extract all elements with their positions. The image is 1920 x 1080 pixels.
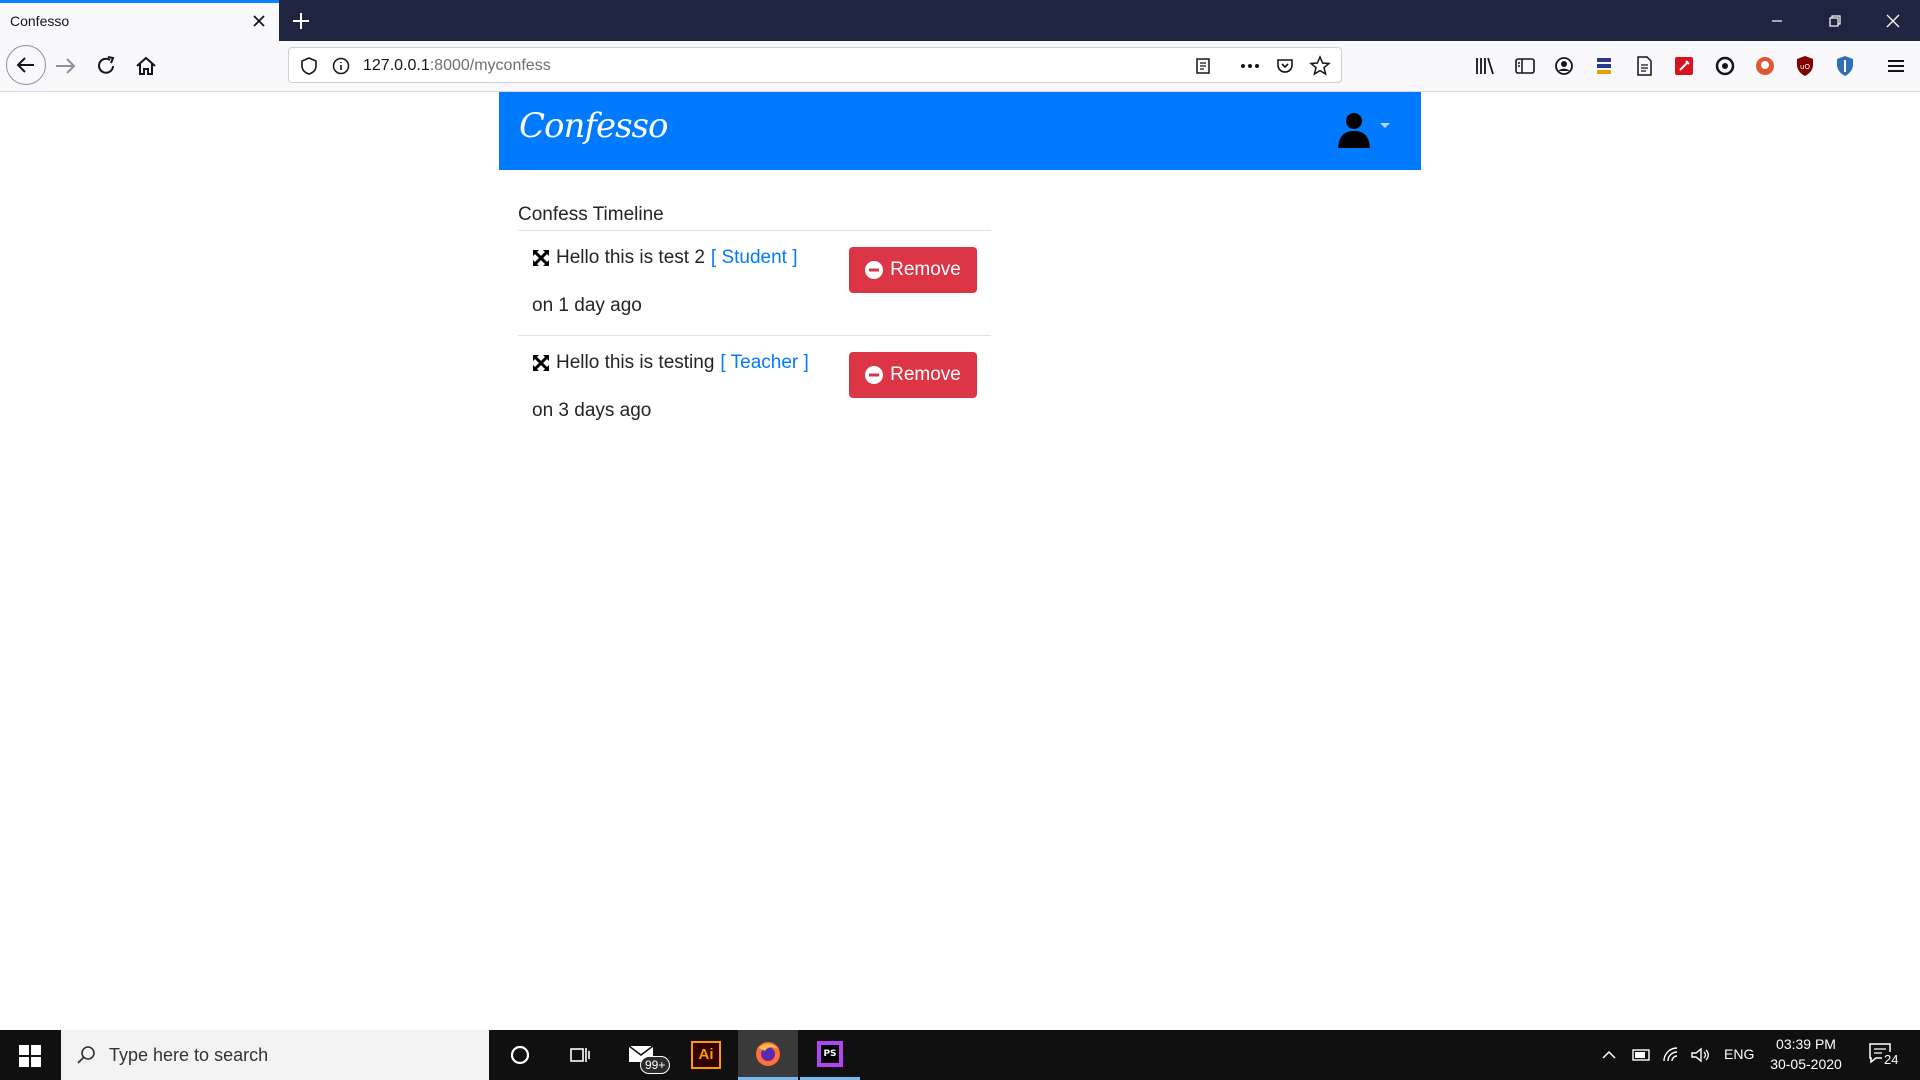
- account-icon[interactable]: [1552, 54, 1576, 78]
- extension-stack-icon[interactable]: [1592, 54, 1616, 78]
- confession-role-tag[interactable]: [ Student ]: [711, 247, 798, 269]
- sync-extension-icon[interactable]: [1713, 54, 1737, 78]
- search-icon: [77, 1046, 95, 1064]
- phpstorm-button[interactable]: PS: [800, 1030, 860, 1080]
- battery-icon[interactable]: [1630, 1046, 1652, 1064]
- url-path: :8000/myconfess: [429, 57, 551, 74]
- restore-icon[interactable]: [1822, 8, 1848, 34]
- chevron-down-icon[interactable]: [1379, 122, 1391, 130]
- reader-view-icon[interactable]: [1193, 56, 1213, 76]
- task-view-button[interactable]: [550, 1030, 610, 1080]
- menu-icon[interactable]: [1884, 54, 1908, 78]
- confession-item: Hello this is test 2 [ Student ] on 1 da…: [518, 231, 991, 336]
- site-info-icon[interactable]: [331, 56, 351, 76]
- minus-circle-icon: [865, 261, 884, 279]
- url-text: 127.0.0.1:8000/myconfess: [363, 57, 551, 75]
- search-placeholder: Type here to search: [109, 1045, 269, 1065]
- mail-app-button[interactable]: 99+: [614, 1030, 674, 1080]
- remove-button[interactable]: Remove: [849, 352, 977, 398]
- confession-time: on 1 day ago: [532, 295, 642, 316]
- url-host: 127.0.0.1: [363, 57, 430, 74]
- svg-text:PS: PS: [823, 1049, 836, 1059]
- language-indicator[interactable]: ENG: [1724, 1046, 1754, 1062]
- new-tab-icon[interactable]: [288, 8, 314, 34]
- wifi-icon[interactable]: [1661, 1045, 1681, 1065]
- remove-button[interactable]: Remove: [849, 247, 977, 293]
- illustrator-icon: Ai: [691, 1041, 721, 1069]
- close-tab-icon[interactable]: [248, 10, 270, 32]
- sidebar-icon[interactable]: [1513, 54, 1537, 78]
- expand-icon: [532, 249, 550, 267]
- firefox-icon: [756, 1041, 780, 1066]
- home-icon[interactable]: [132, 52, 160, 80]
- taskbar-search-box[interactable]: Type here to search: [61, 1030, 489, 1080]
- remove-label: Remove: [890, 364, 961, 385]
- address-bar[interactable]: 127.0.0.1:8000/myconfess: [288, 47, 1342, 83]
- timeline-title: Confess Timeline: [518, 204, 664, 225]
- mail-badge: 99+: [640, 1056, 671, 1074]
- site-header: Confesso: [499, 92, 1421, 170]
- confession-text: Hello this is testing: [556, 352, 715, 373]
- start-button[interactable]: [0, 1030, 60, 1080]
- clock-time: 03:39 PM: [1776, 1036, 1836, 1052]
- browser-tab[interactable]: Confesso: [0, 0, 279, 41]
- user-avatar-icon[interactable]: [1334, 108, 1374, 148]
- confession-item: Hello this is testing [ Teacher ] on 3 d…: [518, 336, 991, 440]
- tab-title: Confesso: [10, 13, 70, 29]
- back-arrow-icon: [16, 57, 34, 73]
- document-extension-icon[interactable]: [1632, 54, 1656, 78]
- privacy-badger-icon[interactable]: [1833, 54, 1857, 78]
- expand-icon: [532, 354, 550, 372]
- task-view-icon: [570, 1048, 590, 1062]
- duckduckgo-icon[interactable]: [1753, 54, 1777, 78]
- browser-tab-bar: Confesso: [0, 0, 1920, 41]
- cortana-icon: [510, 1045, 530, 1065]
- phpstorm-icon: PS: [817, 1040, 843, 1067]
- minimize-icon[interactable]: [1764, 8, 1790, 34]
- illustrator-button[interactable]: Ai: [676, 1030, 736, 1080]
- notification-count: 24: [1882, 1052, 1901, 1068]
- browser-toolbar: 127.0.0.1:8000/myconfess uO: [0, 41, 1920, 92]
- remove-label: Remove: [890, 259, 961, 280]
- ublock-icon[interactable]: uO: [1793, 54, 1817, 78]
- library-icon[interactable]: [1473, 54, 1497, 78]
- chevron-up-icon[interactable]: [1600, 1046, 1618, 1064]
- more-actions-icon[interactable]: [1239, 56, 1261, 76]
- windows-taskbar: Type here to search 99+ Ai PS ENG 03:39 …: [0, 1030, 1920, 1080]
- confession-role-tag[interactable]: [ Teacher ]: [720, 352, 808, 374]
- minus-circle-icon: [865, 366, 884, 384]
- forward-icon[interactable]: [52, 52, 80, 80]
- clock-date: 30-05-2020: [1770, 1056, 1842, 1072]
- site-logo[interactable]: Confesso: [519, 106, 668, 146]
- back-button[interactable]: [6, 45, 46, 85]
- bookmark-star-icon[interactable]: [1309, 55, 1331, 77]
- firefox-button[interactable]: [738, 1030, 798, 1080]
- close-window-icon[interactable]: [1880, 8, 1906, 34]
- svg-text:uO: uO: [1800, 63, 1810, 71]
- volume-icon[interactable]: [1689, 1045, 1711, 1065]
- reload-icon[interactable]: [92, 52, 120, 80]
- confession-time: on 3 days ago: [532, 400, 652, 421]
- windows-logo-icon: [19, 1045, 41, 1067]
- confession-text: Hello this is test 2: [556, 247, 705, 268]
- cortana-button[interactable]: [490, 1030, 550, 1080]
- pen-extension-icon[interactable]: [1672, 54, 1696, 78]
- confession-text-row: Hello this is test 2 [ Student ]: [532, 247, 798, 269]
- clock[interactable]: 03:39 PM 30-05-2020: [1766, 1034, 1846, 1074]
- tracking-shield-icon[interactable]: [299, 56, 319, 76]
- pocket-icon[interactable]: [1275, 56, 1295, 76]
- action-center-button[interactable]: 24: [1868, 1040, 1902, 1070]
- confession-text-row: Hello this is testing [ Teacher ]: [532, 352, 809, 374]
